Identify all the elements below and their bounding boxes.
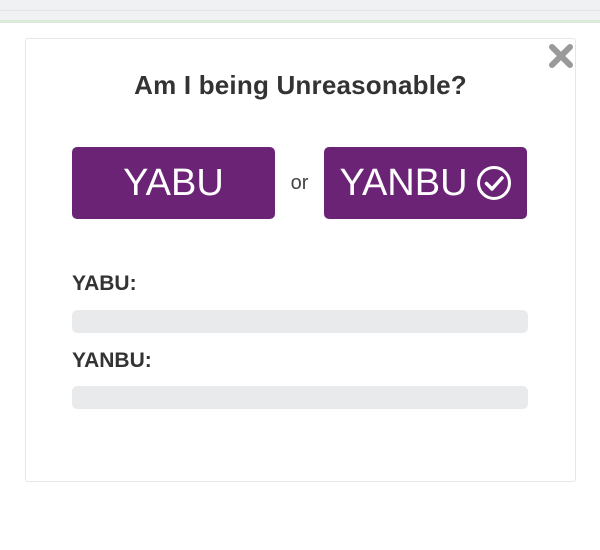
yabu-button-label: YABU <box>123 161 224 204</box>
close-x-icon <box>549 44 573 68</box>
or-separator: or <box>290 172 309 194</box>
yanbu-vote-button[interactable]: YANBU <box>324 147 527 219</box>
yabu-vote-button[interactable]: YABU <box>72 147 275 219</box>
yanbu-result-label: YANBU: <box>72 349 152 372</box>
yanbu-progress-bar <box>72 386 528 409</box>
vote-dialog <box>25 38 576 482</box>
yabu-result-label: YABU: <box>72 272 137 295</box>
close-button[interactable] <box>547 42 575 70</box>
yanbu-button-label: YANBU <box>339 161 468 204</box>
top-bar-divider <box>0 10 600 11</box>
yabu-progress-bar <box>72 310 528 333</box>
dialog-title: Am I being Unreasonable? <box>134 70 467 100</box>
check-circle-icon <box>476 166 511 200</box>
top-bar <box>0 0 600 23</box>
